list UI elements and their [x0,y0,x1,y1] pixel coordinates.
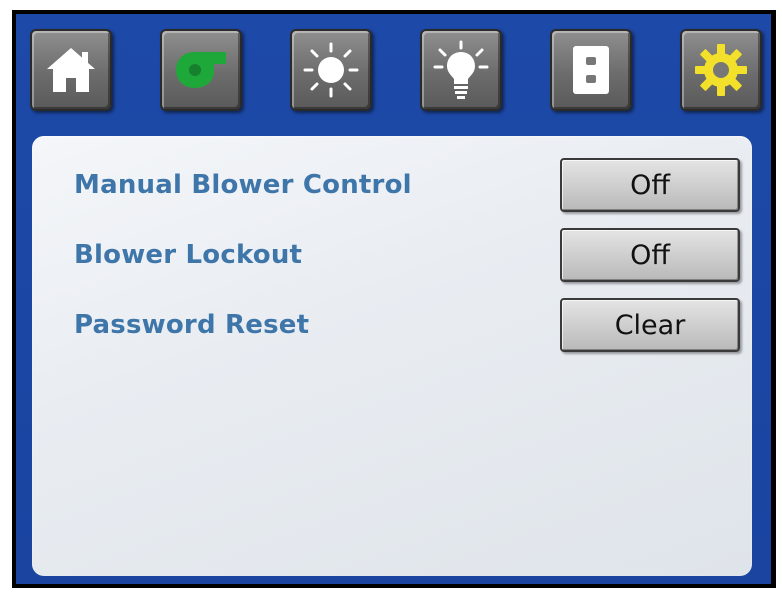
manual-blower-control-button[interactable]: Off [560,158,740,212]
password-reset-button[interactable]: Clear [560,298,740,352]
home-icon [47,48,95,92]
outlet-icon [573,46,609,94]
settings-panel: Manual Blower Control Off Blower Lockout… [32,136,752,576]
sun-button[interactable] [290,29,372,111]
password-reset-label: Password Reset [74,310,310,340]
outlet-button[interactable] [550,29,632,111]
light-button[interactable] [420,29,502,111]
gear-icon [695,44,747,96]
blower-lockout-button[interactable]: Off [560,228,740,282]
home-button[interactable] [30,29,112,111]
manual-blower-control-label: Manual Blower Control [74,170,412,200]
device-screen: Manual Blower Control Off Blower Lockout… [12,10,776,588]
screen-frame: Manual Blower Control Off Blower Lockout… [16,14,771,584]
light-bulb-icon [433,40,489,99]
sun-icon [303,42,359,98]
blower-icon [176,52,226,88]
blower-lockout-label: Blower Lockout [74,240,303,270]
blower-button[interactable] [160,29,242,111]
top-toolbar [16,14,771,126]
settings-button[interactable] [680,29,762,111]
